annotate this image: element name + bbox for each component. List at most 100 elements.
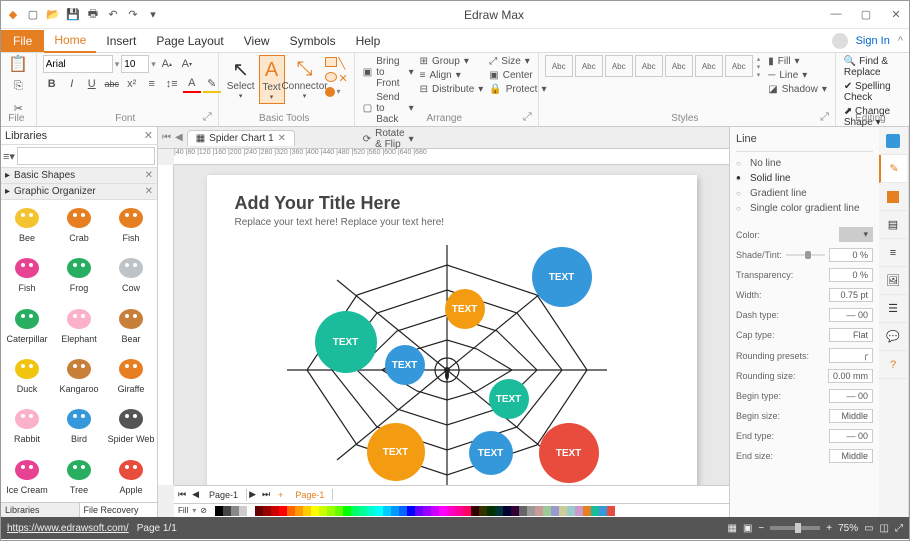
color-swatch[interactable] xyxy=(559,506,567,516)
shadow-button[interactable]: ◪Shadow ▾ xyxy=(766,83,829,96)
select-tool[interactable]: ↖Select▾ xyxy=(225,55,257,102)
library-search-input[interactable] xyxy=(17,147,155,165)
color-swatch[interactable] xyxy=(391,506,399,516)
zoom-slider[interactable] xyxy=(770,526,820,530)
shape-item[interactable]: Elephant xyxy=(53,301,105,351)
transparency-value[interactable]: 0 % xyxy=(829,268,873,282)
styles-up-icon[interactable]: ▴ xyxy=(757,55,761,63)
shape-item[interactable]: Fish xyxy=(1,250,53,300)
group-button[interactable]: ⊞Group ▾ xyxy=(418,55,486,68)
shape-more-icon[interactable]: ▾ xyxy=(337,87,341,97)
undo-icon[interactable]: ↶ xyxy=(105,7,121,23)
color-swatch[interactable] xyxy=(511,506,519,516)
end-type-value[interactable]: — 00 xyxy=(829,429,873,443)
color-swatch[interactable] xyxy=(487,506,495,516)
library-menu-icon[interactable]: ≡▾ xyxy=(3,147,15,165)
color-swatch[interactable] xyxy=(607,506,615,516)
right-tab-text[interactable]: ≡ xyxy=(879,239,907,267)
sign-in-link[interactable]: Sign In xyxy=(856,35,890,47)
no-line-option[interactable]: No line xyxy=(736,156,873,171)
page-first-icon[interactable]: ⏮ xyxy=(174,489,190,500)
color-swatch[interactable] xyxy=(327,506,335,516)
rounding-preset[interactable]: ╭ xyxy=(829,348,873,363)
bubble[interactable]: TEXT xyxy=(445,289,485,329)
begin-type-value[interactable]: — 00 xyxy=(829,389,873,403)
color-swatch[interactable] xyxy=(295,506,303,516)
color-swatch[interactable] xyxy=(223,506,231,516)
style-preset[interactable]: Abc xyxy=(635,55,663,77)
shape-item[interactable]: Fish xyxy=(105,200,157,250)
color-swatch[interactable] xyxy=(583,506,591,516)
redo-icon[interactable]: ↷ xyxy=(125,7,141,23)
status-view1-icon[interactable]: ▭ xyxy=(864,523,873,534)
style-preset[interactable]: Abc xyxy=(695,55,723,77)
print-icon[interactable]: 🖶 xyxy=(85,7,101,23)
color-swatch[interactable] xyxy=(495,506,503,516)
color-swatch[interactable] xyxy=(471,506,479,516)
shape-circle-icon[interactable] xyxy=(325,87,335,97)
color-swatch[interactable] xyxy=(431,506,439,516)
arrange-group-expand-icon[interactable]: ⤢ xyxy=(519,111,536,124)
font-color-button[interactable]: A xyxy=(183,75,201,93)
bubble[interactable]: TEXT xyxy=(367,423,425,481)
tab-close-icon[interactable]: ✕ xyxy=(278,133,286,144)
color-swatch[interactable] xyxy=(599,506,607,516)
color-swatch[interactable] xyxy=(343,506,351,516)
color-palette[interactable] xyxy=(215,506,615,516)
style-preset[interactable]: Abc xyxy=(545,55,573,77)
rounding-size-value[interactable]: 0.00 mm xyxy=(828,369,873,383)
align-button[interactable]: ≡Align ▾ xyxy=(418,69,486,82)
end-size-value[interactable]: Middle xyxy=(829,449,873,463)
font-grow-icon[interactable]: A▴ xyxy=(158,55,176,73)
text-tool[interactable]: AText▾ xyxy=(259,55,285,104)
color-swatch[interactable] xyxy=(407,506,415,516)
font-size-combo[interactable] xyxy=(121,55,149,73)
menu-view[interactable]: View xyxy=(234,30,280,52)
right-tab-line[interactable]: ✎ xyxy=(879,155,907,183)
shape-item[interactable]: Kangaroo xyxy=(53,351,105,401)
file-recovery-tab[interactable]: File Recovery xyxy=(80,503,158,517)
tab-nav-first-icon[interactable]: ⏮ xyxy=(158,132,175,143)
shape-item[interactable]: Caterpillar xyxy=(1,301,53,351)
shape-line-icon[interactable]: ╲ xyxy=(339,57,346,70)
color-swatch[interactable] xyxy=(335,506,343,516)
line-button[interactable]: ─Line ▾ xyxy=(766,69,829,82)
find-replace-button[interactable]: 🔍 Find & Replace xyxy=(842,55,903,79)
color-swatch[interactable] xyxy=(463,506,471,516)
font-name-combo[interactable] xyxy=(43,55,113,73)
shape-item[interactable]: Cow xyxy=(105,250,157,300)
color-swatch[interactable] xyxy=(575,506,583,516)
minimize-button[interactable]: — xyxy=(827,8,845,21)
color-swatch[interactable] xyxy=(543,506,551,516)
status-url[interactable]: https://www.edrawsoft.com/ xyxy=(7,523,129,534)
style-preset[interactable]: Abc xyxy=(575,55,603,77)
color-swatch[interactable] xyxy=(367,506,375,516)
bubble[interactable]: TEXT xyxy=(539,423,599,483)
menu-page-layout[interactable]: Page Layout xyxy=(146,30,233,52)
collapse-ribbon-icon[interactable]: ^ xyxy=(898,35,903,47)
shape-item[interactable]: Crab xyxy=(53,200,105,250)
status-fit-icon[interactable]: ⤢ xyxy=(895,523,903,534)
shape-rect-icon[interactable] xyxy=(325,57,337,67)
right-tab-page[interactable]: ▤ xyxy=(879,211,907,239)
page-last-icon[interactable]: ⏭ xyxy=(258,489,274,500)
menu-help[interactable]: Help xyxy=(346,30,391,52)
bubble[interactable]: TEXT xyxy=(469,431,513,475)
open-icon[interactable]: 📂 xyxy=(45,7,61,23)
tab-nav-prev-icon[interactable]: ◀ xyxy=(175,132,183,143)
fill-dropdown-icon[interactable]: ▾ xyxy=(192,506,196,515)
color-swatch[interactable] xyxy=(247,506,255,516)
style-preset[interactable]: Abc xyxy=(605,55,633,77)
color-swatch[interactable] xyxy=(447,506,455,516)
single-gradient-option[interactable]: Single color gradient line xyxy=(736,201,873,216)
styles-more-icon[interactable]: ▾ xyxy=(757,71,761,79)
color-swatch[interactable] xyxy=(279,506,287,516)
no-fill-icon[interactable]: ⊘ xyxy=(200,506,207,515)
canvas[interactable]: Add Your Title Here Replace your text he… xyxy=(174,165,729,485)
page-add-icon[interactable]: + xyxy=(274,490,287,500)
right-tab-comment[interactable]: 💬 xyxy=(879,323,907,351)
shape-item[interactable]: Bird xyxy=(53,401,105,451)
qat-dropdown-icon[interactable]: ▾ xyxy=(145,7,161,23)
user-avatar-icon[interactable] xyxy=(832,33,848,49)
cap-value[interactable]: Flat xyxy=(829,328,873,342)
